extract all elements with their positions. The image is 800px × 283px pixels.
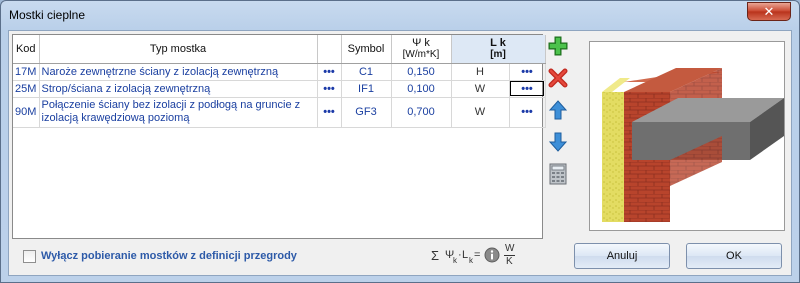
psi-header-label: Ψ k: [412, 37, 430, 50]
ok-button[interactable]: OK: [686, 243, 782, 269]
col-header-psi[interactable]: Ψ k [W/m*K]: [391, 35, 452, 64]
cell-symbol[interactable]: IF1: [341, 80, 392, 98]
cell-kod[interactable]: 25M: [13, 80, 40, 98]
delete-row-button[interactable]: [547, 67, 569, 89]
window-title: Mostki cieplne: [9, 8, 86, 22]
table-row[interactable]: 25M Strop/ściana z izolacją zewnętrzną •…: [13, 80, 546, 98]
move-up-button[interactable]: [547, 99, 569, 121]
sum-sign: Σ: [431, 248, 440, 263]
wall-floor-junction-illustration: [602, 68, 784, 222]
x-icon: [548, 68, 568, 88]
dialog-body: Kod Typ mostka Symbol Ψ k [W/m*K] L k [m…: [8, 30, 792, 276]
l-subscript: k: [469, 256, 473, 265]
cell-typ[interactable]: Strop/ściana z izolacją zewnętrzną: [39, 80, 318, 98]
cell-psi[interactable]: 0,700: [391, 97, 452, 128]
col-header-lk[interactable]: L k [m]: [451, 35, 546, 64]
lk-header-label: L k: [490, 37, 506, 50]
psi-header-unit: [W/m*K]: [402, 49, 440, 61]
disable-import-label[interactable]: Wyłącz pobieranie mostków z definicji pr…: [41, 250, 297, 262]
table-header: Kod Typ mostka Symbol Ψ k [W/m*K] L k [m…: [13, 35, 546, 64]
thermal-bridge-preview: [589, 41, 785, 231]
cell-typ[interactable]: Połączenie ściany bez izolacji z podłogą…: [39, 97, 318, 128]
typ-browse-button[interactable]: •••: [317, 97, 342, 128]
cell-lk[interactable]: H: [451, 63, 510, 81]
lk-browse-button-selected[interactable]: •••: [509, 80, 546, 98]
col-header-typ[interactable]: Typ mostka: [39, 35, 318, 64]
cell-typ[interactable]: Naroże zewnętrzne ściany z izolacją zewn…: [39, 63, 318, 81]
dialog-window: Mostki cieplne ✕ Kod Typ mostka Symbol Ψ: [0, 0, 800, 283]
cell-kod[interactable]: 90M: [13, 97, 40, 128]
disable-import-checkbox[interactable]: [23, 250, 36, 263]
typ-browse-button[interactable]: •••: [317, 63, 342, 81]
calculator-button[interactable]: [547, 163, 569, 185]
sum-formula: Σ Ψ k · L k = W K: [429, 243, 529, 269]
close-button[interactable]: ✕: [747, 2, 791, 21]
plus-icon: [548, 36, 568, 56]
arrow-up-icon: [548, 100, 568, 120]
l-symbol: L: [462, 249, 469, 261]
table-row[interactable]: 17M Naroże zewnętrzne ściany z izolacją …: [13, 63, 546, 81]
lk-header-unit: [m]: [490, 49, 506, 61]
cell-symbol[interactable]: C1: [341, 63, 392, 81]
psi-subscript: k: [453, 256, 457, 265]
move-down-button[interactable]: [547, 131, 569, 153]
calculator-icon: [549, 163, 567, 185]
cell-lk[interactable]: W: [451, 97, 510, 128]
cell-kod[interactable]: 17M: [13, 63, 40, 81]
equals-sign: =: [474, 249, 481, 261]
lk-browse-button[interactable]: •••: [509, 63, 546, 81]
table-row[interactable]: 90M Połączenie ściany bez izolacji z pod…: [13, 97, 546, 128]
col-header-symbol[interactable]: Symbol: [341, 35, 392, 64]
col-header-kod[interactable]: Kod: [13, 35, 40, 64]
col-header-blank: [317, 35, 342, 64]
unit-numerator: W: [505, 243, 515, 254]
cell-psi[interactable]: 0,100: [391, 80, 452, 98]
info-icon[interactable]: [484, 247, 500, 263]
thermal-bridges-table: Kod Typ mostka Symbol Ψ k [W/m*K] L k [m…: [12, 34, 546, 239]
cell-lk[interactable]: W: [451, 80, 510, 98]
cell-psi[interactable]: 0,150: [391, 63, 452, 81]
typ-browse-button[interactable]: •••: [317, 80, 342, 98]
cell-symbol[interactable]: GF3: [341, 97, 392, 128]
title-bar[interactable]: Mostki cieplne ✕: [1, 1, 799, 29]
arrow-down-icon: [548, 132, 568, 152]
unit-denominator: K: [506, 256, 513, 267]
lk-browse-button[interactable]: •••: [509, 97, 546, 128]
add-row-button[interactable]: [547, 35, 569, 57]
cancel-button[interactable]: Anuluj: [574, 243, 670, 269]
